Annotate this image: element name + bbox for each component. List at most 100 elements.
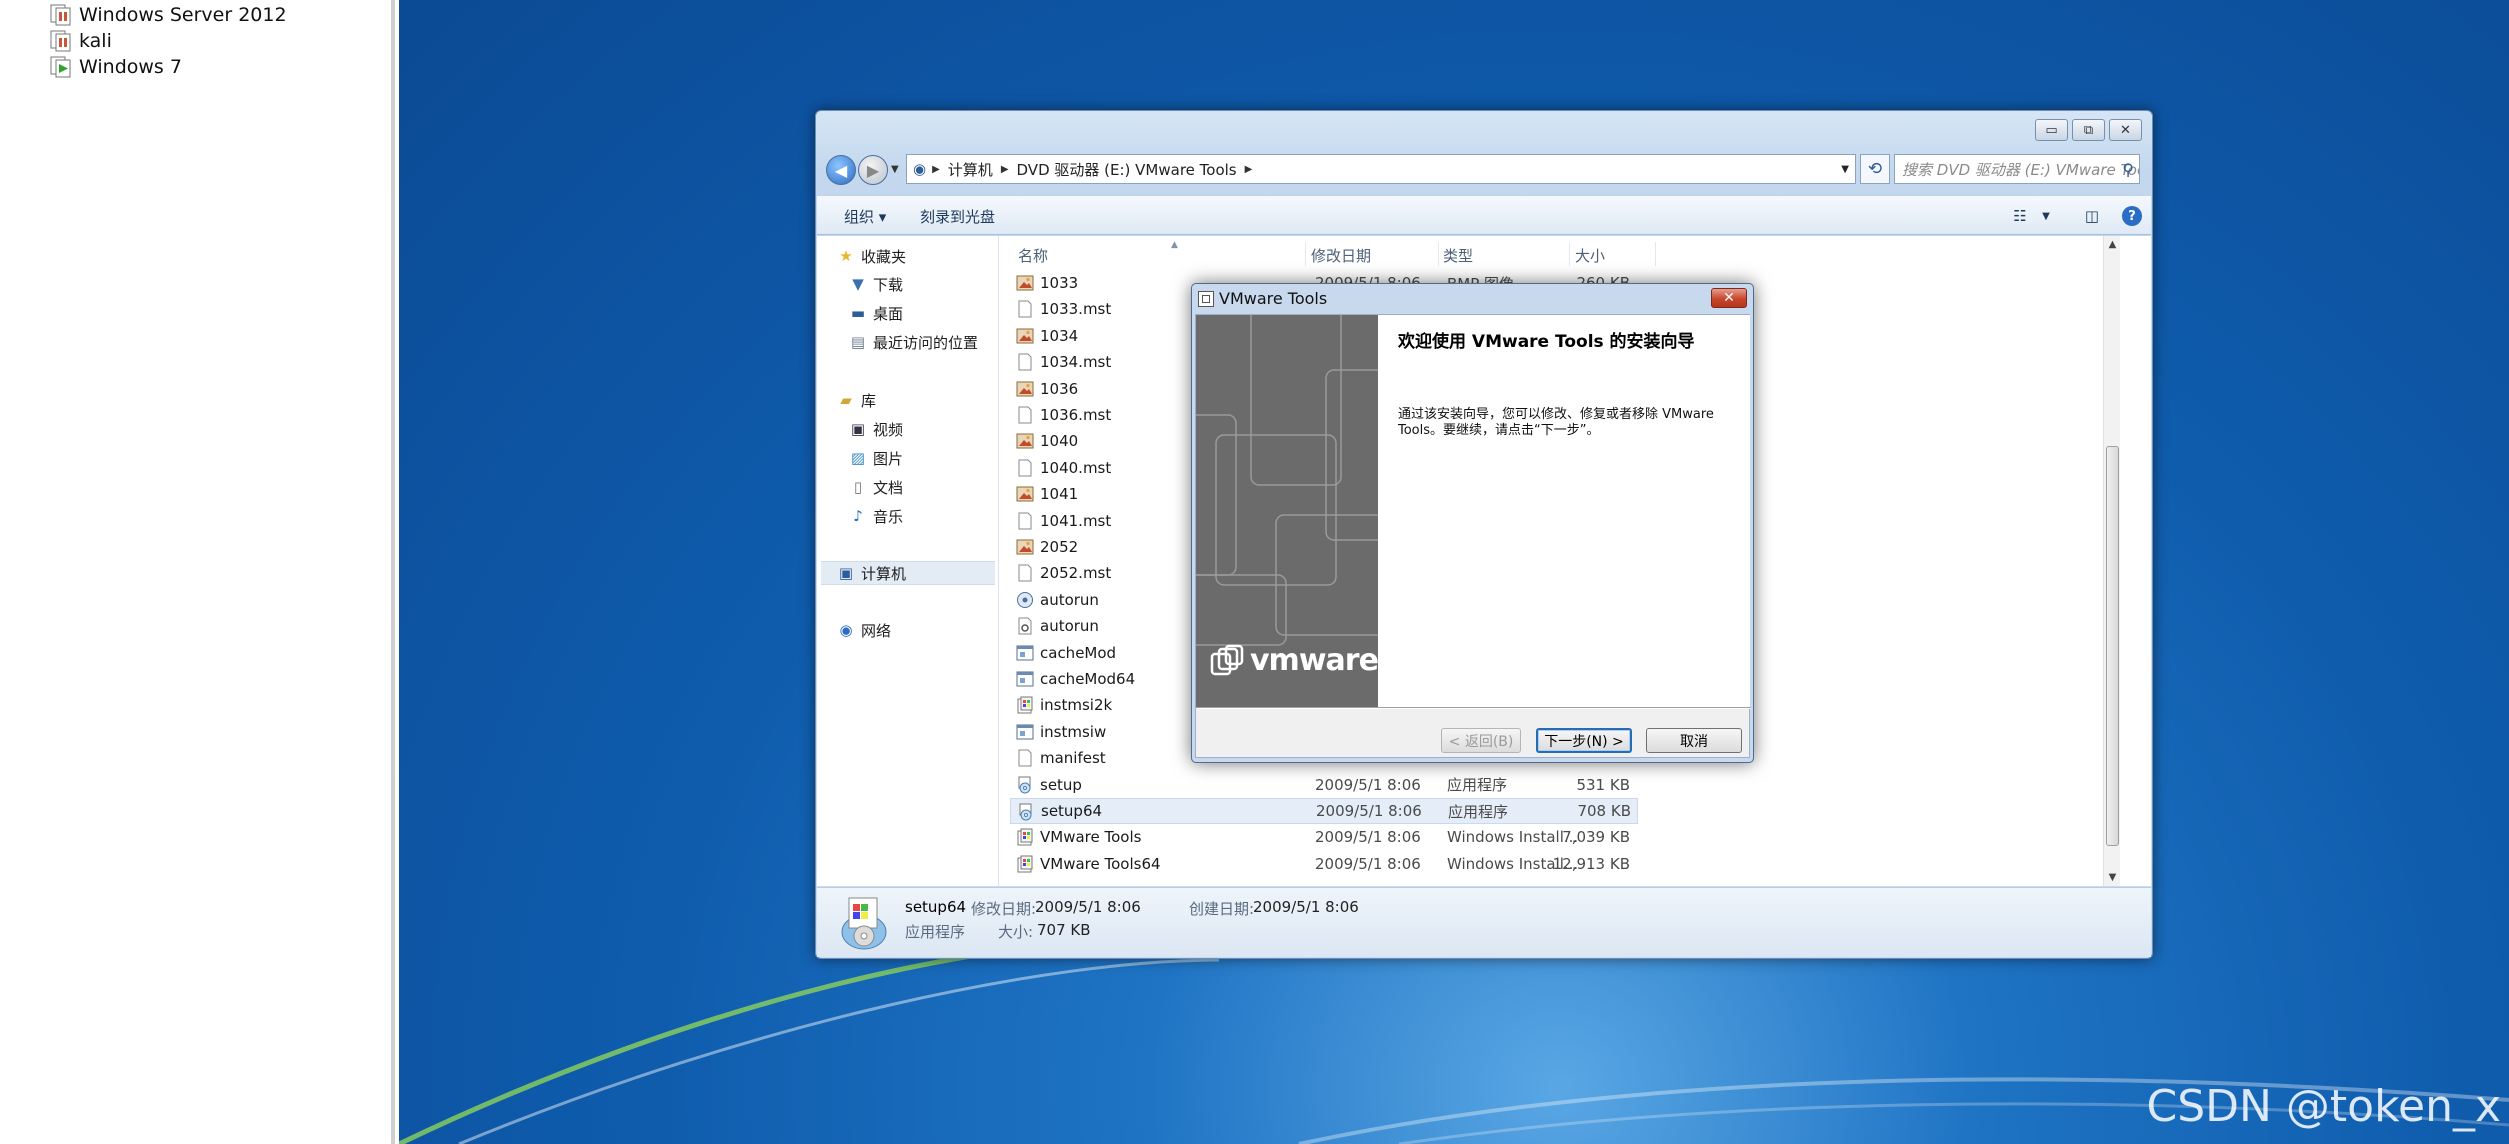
file-row[interactable]: setup 2009/5/1 8:06 应用程序 531 KB <box>1010 772 1638 798</box>
nav-label: 视频 <box>873 420 904 439</box>
nav-label: 音乐 <box>873 507 904 526</box>
organize-button[interactable]: 组织 ▾ <box>844 206 886 227</box>
help-icon[interactable]: ? <box>2119 203 2145 229</box>
application-icon <box>1016 670 1034 688</box>
forward-button[interactable]: ▶ <box>858 155 888 185</box>
command-bar: 组织 ▾ 刻录到光盘 ☷ ▼ ◫ ? <box>817 195 2151 235</box>
cancel-button[interactable]: 取消 <box>1646 728 1742 753</box>
vm-item-windows-server-2012[interactable]: Windows Server 2012 <box>50 2 287 28</box>
column-divider[interactable] <box>1655 242 1656 266</box>
breadcrumb-computer[interactable]: 计算机 <box>948 159 993 180</box>
caption-buttons: ▭ ⧉ ✕ <box>2035 119 2142 141</box>
file-size: 531 KB <box>1576 775 1630 794</box>
nav-network[interactable]: ◉ 网络 <box>837 618 891 642</box>
nav-label: 最近访问的位置 <box>873 333 979 352</box>
view-options-icon[interactable]: ☷ <box>2007 203 2033 229</box>
preview-pane-icon[interactable]: ◫ <box>2079 203 2105 229</box>
dialog-close-button[interactable]: ✕ <box>1711 288 1747 308</box>
scroll-down-icon[interactable]: ▼ <box>2104 869 2120 886</box>
nav-libraries[interactable]: ▰ 库 <box>837 388 876 412</box>
bitmap-file-icon <box>1016 485 1034 503</box>
document-file-icon <box>1016 353 1034 371</box>
address-dropdown-icon[interactable]: ▼ <box>1841 164 1849 175</box>
drive-icon: ◉ <box>913 160 927 178</box>
nav-downloads[interactable]: ▼ 下载 <box>849 272 903 296</box>
autorun-icon <box>1016 591 1034 609</box>
column-divider[interactable] <box>1305 242 1306 266</box>
chevron-right-icon[interactable]: ▶ <box>1001 164 1009 175</box>
column-header-size[interactable]: 大小 <box>1575 242 1605 268</box>
file-name: 2052.mst <box>1040 564 1112 583</box>
view-dropdown-icon[interactable]: ▼ <box>2033 203 2059 229</box>
search-icon[interactable]: ⚲ <box>2122 160 2134 179</box>
file-name: instmsi2k <box>1040 696 1113 715</box>
close-button[interactable]: ✕ <box>2109 119 2142 141</box>
vm-item-windows-7[interactable]: Windows 7 <box>50 54 182 80</box>
navigation-bar: ◀ ▶ ▼ ◉ ▶ 计算机 ▶ DVD 驱动器 (E:) VMware Tool… <box>826 152 2142 186</box>
file-row[interactable]: VMware Tools64 2009/5/1 8:06 Windows Insta… <box>1010 851 1638 877</box>
vertical-scrollbar[interactable]: ▲ ▼ <box>2103 236 2120 886</box>
file-name: cacheMod64 <box>1040 670 1136 688</box>
search-placeholder: 搜索 DVD 驱动器 (E:) VMware Tools <box>1902 160 2140 179</box>
computer-icon: ▣ <box>838 564 854 582</box>
chevron-right-icon[interactable]: ▶ <box>1245 164 1253 175</box>
column-header-name[interactable]: 名称 ▲ <box>1018 240 1178 268</box>
nav-desktop[interactable]: ▬ 桌面 <box>849 301 903 325</box>
installer-icon <box>1198 290 1214 307</box>
recent-places-icon: ▤ <box>850 333 866 351</box>
installer-package-icon <box>1016 696 1034 714</box>
nav-music[interactable]: ♪ 音乐 <box>849 504 903 528</box>
nav-recent-places[interactable]: ▤ 最近访问的位置 <box>849 330 978 354</box>
nav-pictures[interactable]: ▨ 图片 <box>849 446 903 470</box>
vmware-logo-text: vmware <box>1250 643 1378 678</box>
vm-item-kali[interactable]: kali <box>50 28 112 54</box>
application-icon <box>1016 723 1034 741</box>
nav-computer[interactable]: ▣ 计算机 <box>821 561 995 585</box>
column-header-date[interactable]: 修改日期 <box>1311 242 1371 268</box>
chevron-right-icon[interactable]: ▶ <box>932 164 940 175</box>
nav-label: 计算机 <box>861 564 907 583</box>
wizard-description: 通过该安装向导，您可以修改、修复或者移除 VMware Tools。要继续，请点… <box>1398 407 1714 438</box>
file-name: 1040.mst <box>1040 458 1112 477</box>
document-file-icon <box>1016 512 1034 530</box>
maximize-button[interactable]: ⧉ <box>2072 119 2105 141</box>
libraries-icon: ▰ <box>840 391 852 409</box>
file-size: 708 KB <box>1577 802 1631 820</box>
nav-label: 下载 <box>873 275 904 294</box>
document-file-icon <box>1016 406 1034 424</box>
details-size-label: 大小: <box>998 923 1034 941</box>
file-row[interactable]: setup64 2009/5/1 8:06 应用程序 708 KB <box>1010 798 1638 824</box>
file-name: 1033 <box>1040 274 1079 292</box>
back-button[interactable]: ◀ <box>826 155 856 185</box>
column-divider[interactable] <box>1569 242 1570 266</box>
scrollbar-thumb[interactable] <box>2106 446 2119 846</box>
burn-to-disc-button[interactable]: 刻录到光盘 <box>920 206 995 227</box>
settings-file-icon <box>1016 617 1034 635</box>
column-header-type[interactable]: 类型 <box>1443 242 1473 268</box>
vmware-logo: vmware ® <box>1210 643 1378 678</box>
scroll-up-icon[interactable]: ▲ <box>2104 236 2120 253</box>
file-row[interactable]: VMware Tools 2009/5/1 8:06 Windows Install… <box>1010 824 1638 850</box>
nav-documents[interactable]: ▯ 文档 <box>849 475 903 499</box>
column-divider[interactable] <box>1438 242 1439 266</box>
star-icon: ★ <box>839 247 853 265</box>
details-pane: setup64 修改日期: 2009/5/1 8:06 创建日期: 2009/5… <box>817 887 2151 957</box>
bitmap-file-icon <box>1016 327 1034 345</box>
refresh-button[interactable]: ⟲ <box>1860 154 1890 184</box>
document-file-icon <box>1016 749 1034 767</box>
minimize-button[interactable]: ▭ <box>2035 119 2068 141</box>
recent-pages-dropdown[interactable]: ▼ <box>891 164 899 175</box>
file-name: autorun <box>1040 590 1099 609</box>
dialog-title: VMware Tools <box>1219 289 1328 308</box>
bitmap-file-icon <box>1016 380 1034 398</box>
nav-videos[interactable]: ▣ 视频 <box>849 417 903 441</box>
search-input[interactable]: 搜索 DVD 驱动器 (E:) VMware Tools ⚲ <box>1894 154 2140 184</box>
arrow-right-icon: ▶ <box>866 160 880 180</box>
back-button[interactable]: < 返回(B) <box>1441 728 1521 753</box>
address-bar[interactable]: ◉ ▶ 计算机 ▶ DVD 驱动器 (E:) VMware Tools ▶ ▼ <box>906 154 1856 184</box>
breadcrumb-dvd-drive[interactable]: DVD 驱动器 (E:) VMware Tools <box>1017 159 1237 180</box>
details-created-value: 2009/5/1 8:06 <box>1253 898 1359 916</box>
wizard-content: 欢迎使用 VMware Tools 的安装向导 通过该安装向导，您可以修改、修复… <box>1378 315 1750 707</box>
nav-favorites[interactable]: ★ 收藏夹 <box>837 244 906 268</box>
next-button[interactable]: 下一步(N) > <box>1536 728 1632 753</box>
